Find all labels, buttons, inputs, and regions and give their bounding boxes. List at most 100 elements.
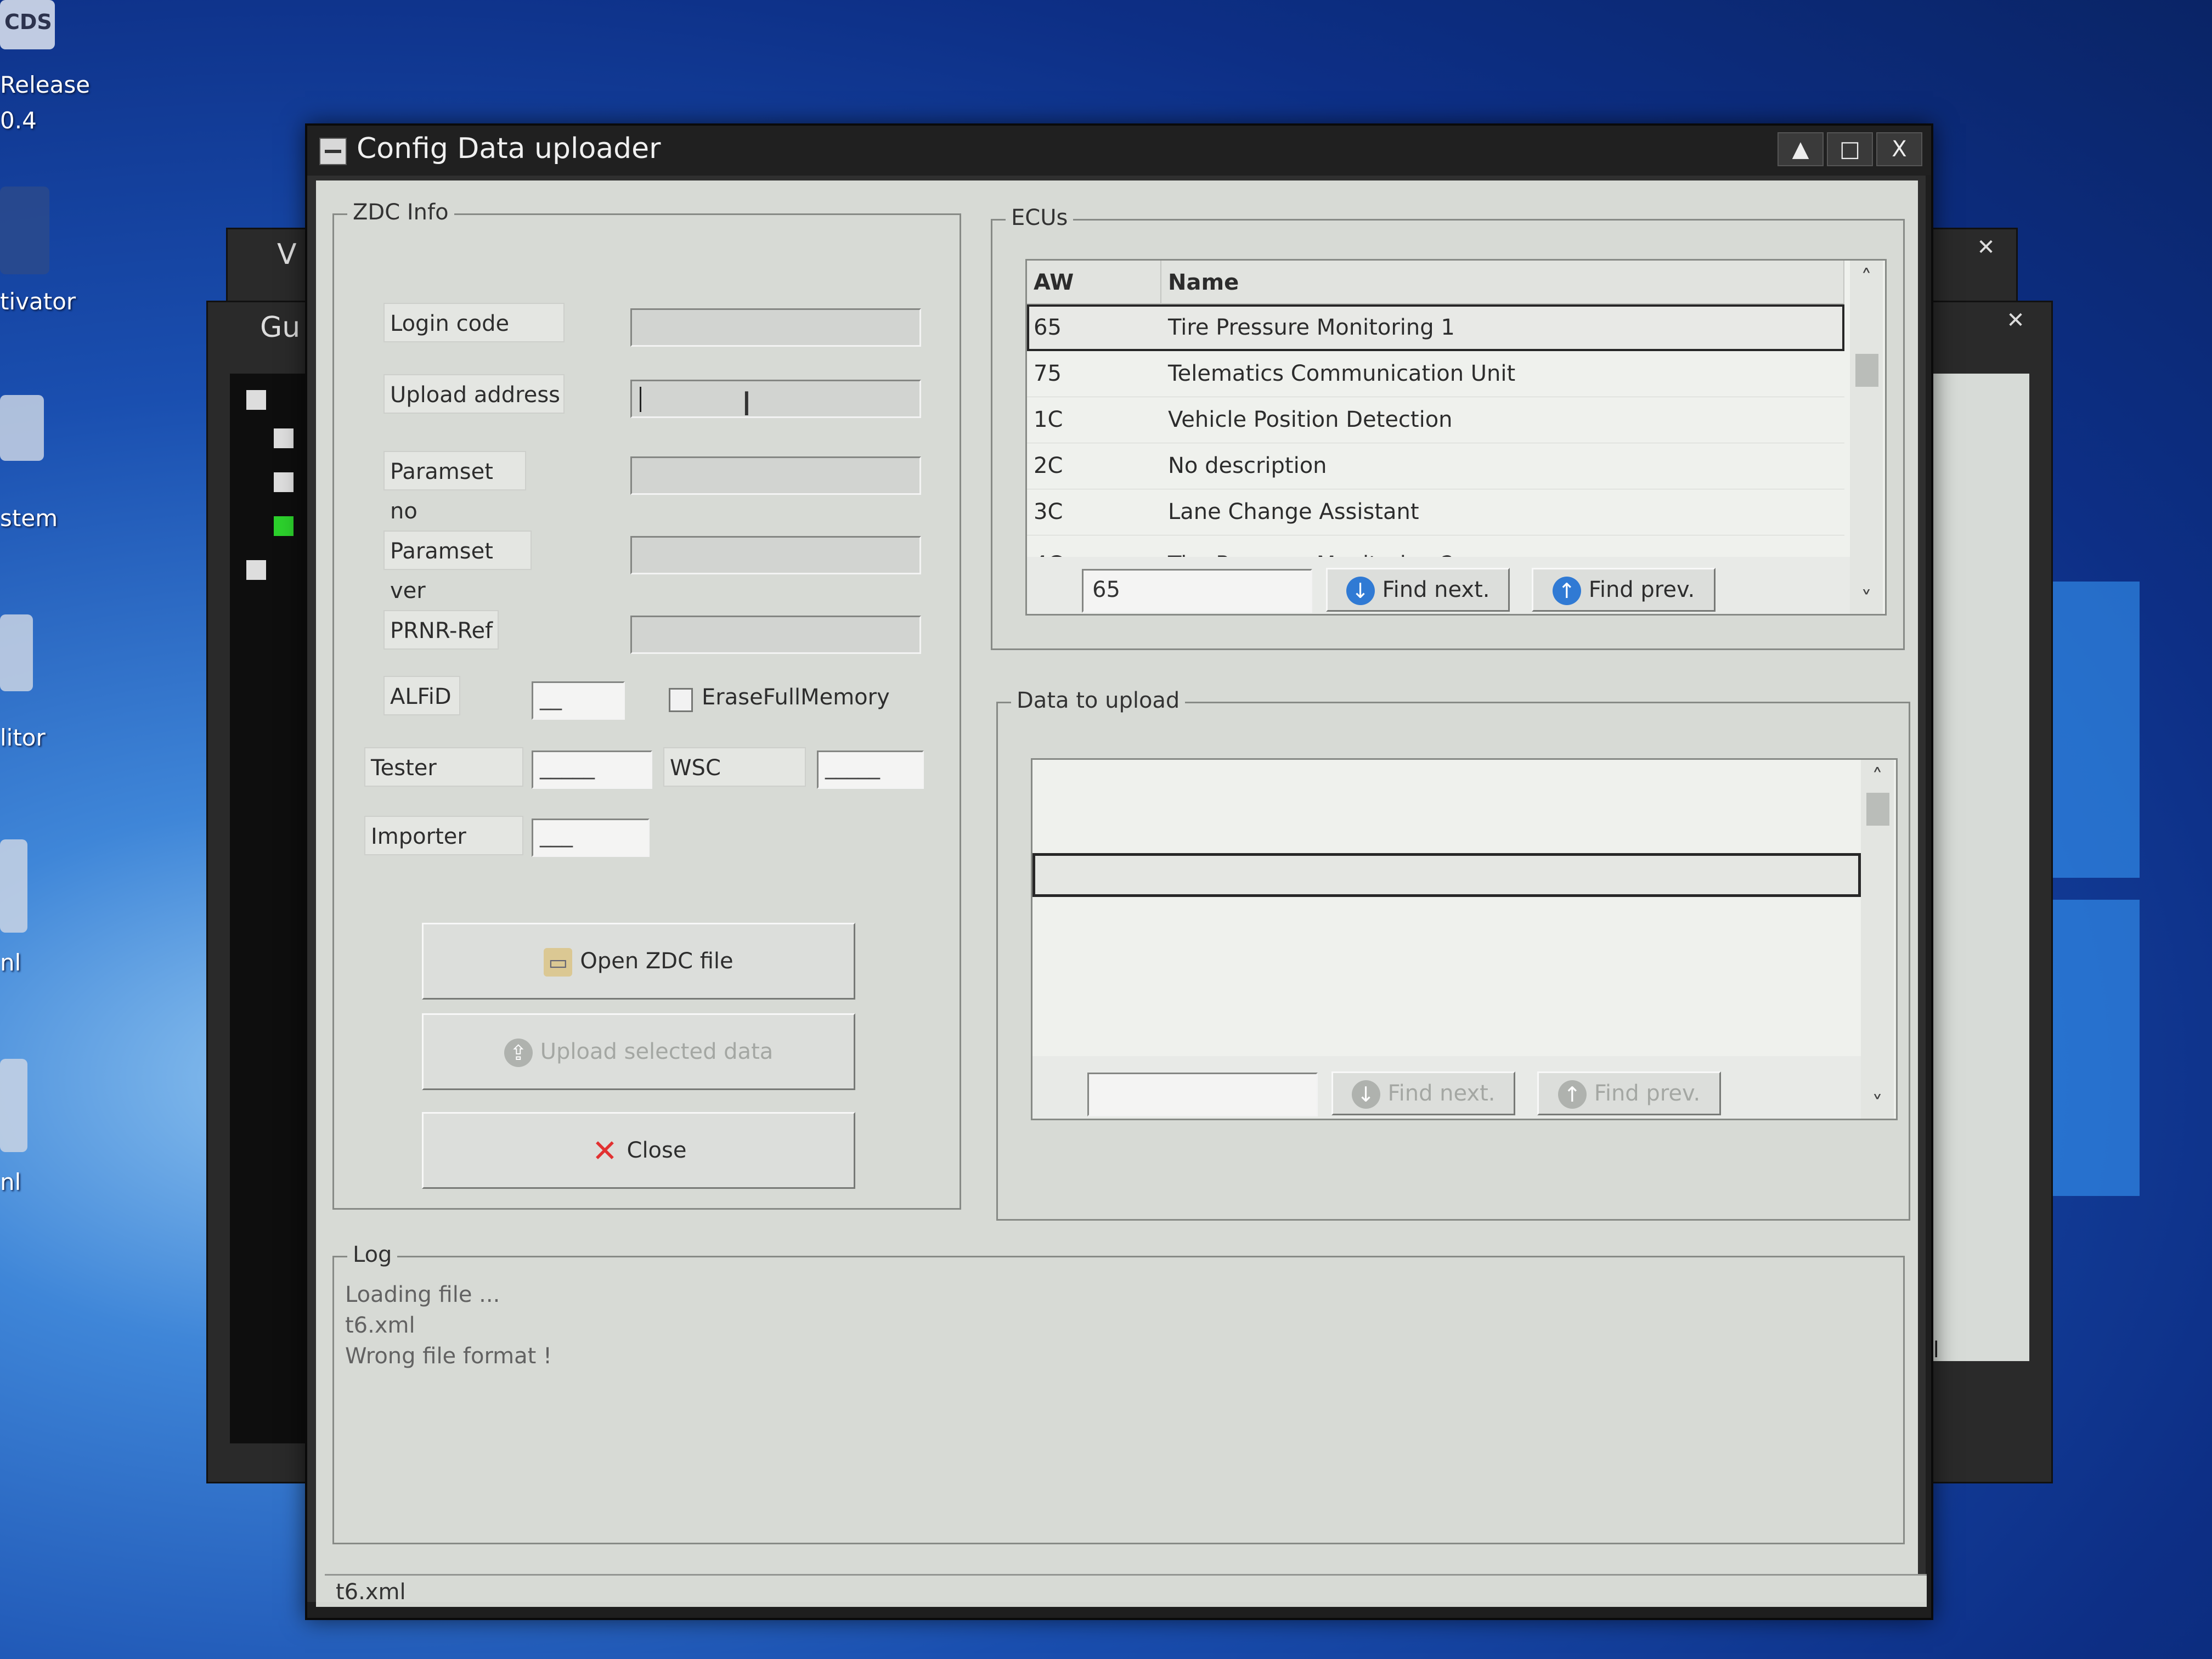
cell-aw: 4C [1027, 541, 1063, 557]
table-row[interactable]: 1C Vehicle Position Detection [1027, 397, 1844, 443]
data-to-upload-table[interactable]: ↓ Find next. ↑ Find prev. ˄ ˅ [1031, 758, 1898, 1120]
upload-find-prev-label: Find prev. [1594, 1081, 1701, 1106]
upload-selected-data-button[interactable]: ⇪ Upload selected data [422, 1013, 855, 1090]
scroll-up-icon[interactable]: ˄ [1850, 263, 1883, 294]
log-group: Log Loading file ... t6.xml Wrong file f… [332, 1242, 1905, 1544]
tree-node-icon [274, 428, 294, 448]
desktop-icon-label-editor[interactable]: litor [0, 724, 46, 751]
cell-aw: 1C [1034, 407, 1063, 432]
upload-scrollbar[interactable]: ˄ ˅ [1861, 760, 1894, 1119]
upload-find-prev-button[interactable]: ↑ Find prev. [1537, 1071, 1721, 1115]
scroll-thumb[interactable] [1866, 793, 1889, 826]
cds-badge: CDS [4, 10, 52, 34]
ecu-find-prev-label: Find prev. [1588, 577, 1695, 602]
ecu-search-value: 65 [1092, 577, 1120, 602]
arrow-up-icon: ↑ [1552, 577, 1581, 605]
paramset-no-label: Paramset no [383, 451, 526, 524]
upload-address-label: Upload address [383, 374, 565, 414]
close-window-button[interactable]: X [1876, 132, 1922, 166]
close-button[interactable]: ✕ Close [422, 1112, 855, 1189]
cell-name: No description [1168, 453, 1327, 478]
scroll-down-icon[interactable]: ˅ [1850, 584, 1883, 614]
login-code-label: Login code [383, 303, 565, 342]
table-row[interactable]: 2C No description [1027, 443, 1844, 489]
background-window-2-right-pane: el [1920, 374, 2029, 1363]
log-line: Wrong file format ! [345, 1344, 552, 1369]
table-row[interactable]: 75 Telematics Communication Unit [1027, 351, 1844, 397]
desktop-icon-label-version: 0.4 [0, 107, 37, 134]
desktop-icon-label-system[interactable]: stem [0, 505, 58, 532]
wsc-label: WSC [663, 747, 806, 787]
paramset-ver-field[interactable] [630, 536, 921, 574]
upload-find-next-label: Find next. [1387, 1081, 1496, 1106]
ecu-find-next-label: Find next. [1382, 577, 1490, 602]
file-icon-1[interactable] [0, 839, 27, 933]
ecus-table[interactable]: AW Name 65 Tire Pressure Monitoring 1 75… [1025, 259, 1887, 616]
upload-search-bar: ↓ Find next. ↑ Find prev. [1032, 1056, 1861, 1119]
background-window-1-close-icon[interactable]: ✕ [1967, 235, 2005, 266]
open-zdc-file-button[interactable]: ▭ Open ZDC file [422, 923, 855, 1000]
upload-address-field[interactable]: I [630, 380, 921, 421]
arrow-down-icon: ↓ [1346, 577, 1375, 605]
column-header-name[interactable]: Name [1161, 261, 1844, 304]
cds-app-icon[interactable]: CDS [0, 0, 55, 49]
ecu-search-input[interactable]: 65 [1082, 569, 1312, 613]
minimize-button[interactable]: ▲ [1778, 132, 1824, 166]
alfid-label: ALFiD [383, 676, 460, 715]
upload-find-next-button[interactable]: ↓ Find next. [1331, 1071, 1515, 1115]
importer-field[interactable]: ___ [532, 819, 650, 857]
alfid-field[interactable]: __ [532, 681, 625, 720]
importer-value: ___ [540, 822, 573, 848]
file-icon-2[interactable] [0, 1059, 27, 1152]
maximize-button[interactable]: □ [1827, 132, 1873, 166]
text-caret [640, 387, 641, 412]
zdc-info-title: ZDC Info [347, 200, 454, 225]
column-header-aw[interactable]: AW [1027, 261, 1161, 304]
ecu-search-bar: 65 ↓ Find next. ↑ Find prev. [1027, 557, 1850, 614]
title-bar[interactable]: Config Data uploader ▲ □ X [307, 126, 1931, 175]
editor-icon[interactable] [0, 614, 33, 691]
data-to-upload-group: Data to upload ↓ Find next. ↑ Find prev. ˄ [996, 688, 1910, 1221]
table-row[interactable]: 65 Tire Pressure Monitoring 1 [1027, 304, 1844, 351]
scroll-up-icon[interactable]: ˄ [1861, 762, 1894, 793]
upload-search-input[interactable] [1087, 1073, 1318, 1116]
tree-node-icon [274, 472, 294, 492]
log-line: Loading file ... [345, 1282, 500, 1307]
desktop-icon-label-release[interactable]: Release [0, 71, 90, 98]
erase-full-memory-checkbox[interactable] [669, 688, 693, 712]
upload-selected-data-label: Upload selected data [540, 1039, 774, 1064]
tester-label: Tester [364, 747, 523, 787]
background-window-2-close-icon[interactable]: ✕ [1996, 308, 2035, 338]
cell-aw: 65 [1034, 315, 1062, 340]
data-row-selected[interactable] [1032, 853, 1861, 897]
wsc-value: _____ [825, 754, 880, 780]
paramset-no-field[interactable] [630, 456, 921, 495]
activator-icon[interactable] [0, 187, 49, 274]
tester-value: _____ [540, 754, 595, 780]
desktop-icon-label-file-1[interactable]: nl [0, 949, 21, 976]
scroll-down-icon[interactable]: ˅ [1861, 1089, 1894, 1119]
red-x-icon: ✕ [592, 1133, 618, 1169]
wsc-field[interactable]: _____ [817, 751, 924, 789]
window-title: Config Data uploader [357, 132, 661, 165]
alfid-value: __ [540, 685, 562, 710]
cell-aw: 2C [1034, 453, 1063, 478]
background-window-2-title: Gu [260, 311, 301, 344]
cell-aw: 3C [1034, 499, 1063, 524]
close-label: Close [627, 1138, 687, 1163]
tester-field[interactable]: _____ [532, 751, 652, 789]
ecus-scrollbar[interactable]: ˄ ˅ [1850, 261, 1883, 614]
ecu-find-next-button[interactable]: ↓ Find next. [1326, 568, 1510, 612]
log-line: t6.xml [345, 1313, 415, 1338]
table-row[interactable]: 3C Lane Change Assistant [1027, 489, 1844, 535]
desktop-icon-label-activator[interactable]: tivator [0, 288, 76, 315]
ecu-find-prev-button[interactable]: ↑ Find prev. [1532, 568, 1716, 612]
prnr-ref-field[interactable] [630, 616, 921, 654]
desktop-icon-label-file-2[interactable]: nl [0, 1169, 21, 1195]
system-icon[interactable] [0, 395, 44, 461]
scroll-thumb[interactable] [1855, 354, 1878, 387]
system-menu-icon[interactable] [319, 138, 347, 165]
login-code-field[interactable] [630, 308, 921, 347]
cell-name: Tire Pressure Monitoring 2 [1161, 541, 1455, 557]
table-row-partial[interactable]: 4C Tire Pressure Monitoring 2 [1027, 535, 1844, 557]
